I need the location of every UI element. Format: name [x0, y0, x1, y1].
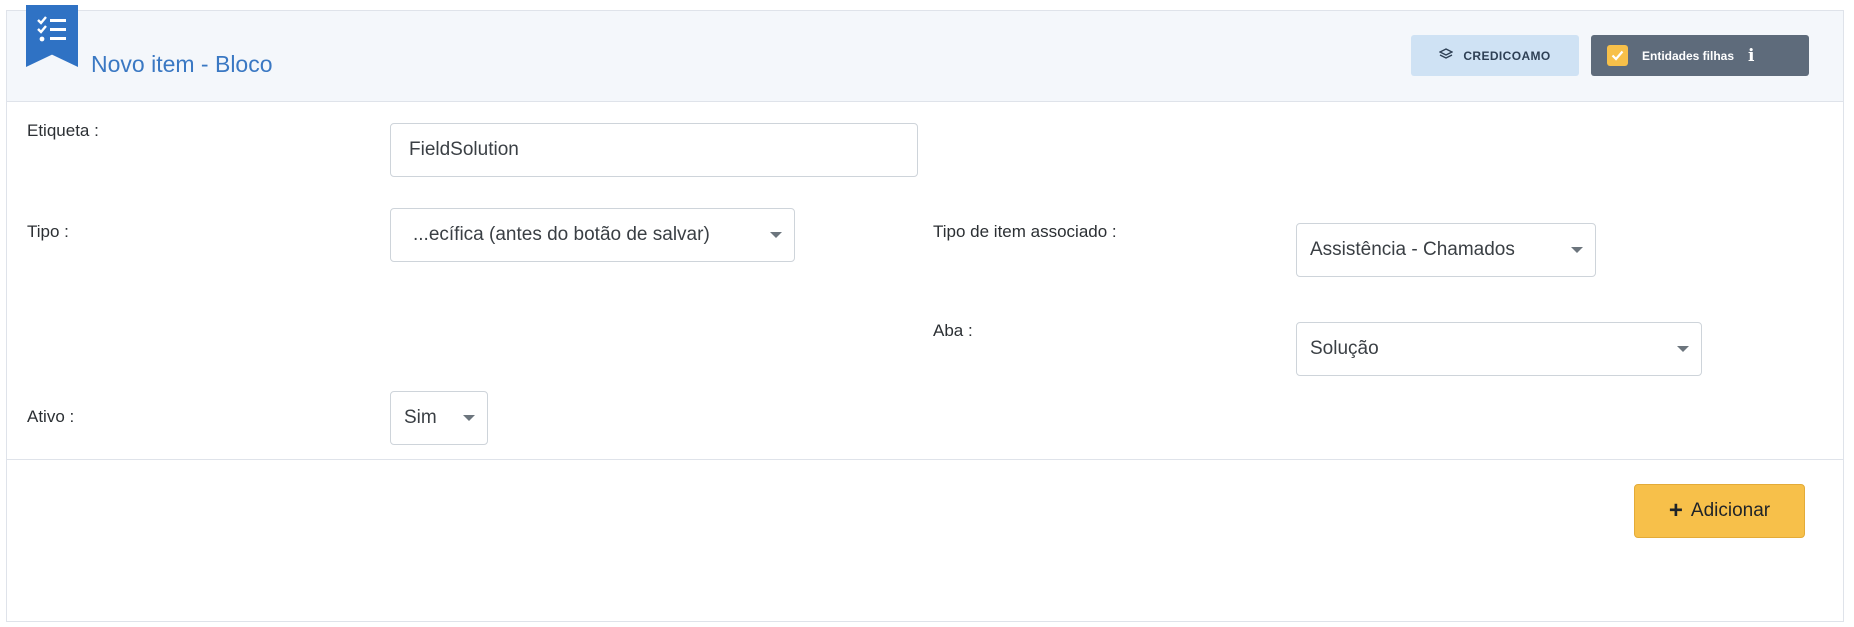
checkbox-checked-icon[interactable] — [1607, 45, 1628, 66]
active-label: Ativo : — [27, 407, 75, 426]
entity-badge-label: CREDICOAMO — [1463, 48, 1551, 63]
type-select[interactable]: ...ecífica (antes do botão de salvar) — [390, 208, 795, 262]
checklist-icon — [26, 5, 78, 67]
page-title: Novo item - Bloco — [91, 51, 273, 77]
tab-select[interactable]: Solução — [1296, 322, 1702, 376]
form-card: Novo item - Bloco CREDICOAMO Entidades f… — [6, 5, 1844, 622]
label-input[interactable] — [390, 123, 918, 177]
add-button-label: Adicionar — [1690, 500, 1771, 521]
chevron-down-icon — [770, 232, 782, 238]
active-select-value: Sim — [404, 407, 437, 428]
add-button[interactable]: + Adicionar — [1634, 484, 1805, 538]
plus-icon: + — [1668, 497, 1683, 524]
chevron-down-icon — [1677, 346, 1689, 352]
associated-item-type-select[interactable]: Assistência - Chamados — [1296, 223, 1596, 277]
entity-badge[interactable]: CREDICOAMO — [1411, 35, 1579, 76]
footer-divider — [7, 459, 1843, 460]
info-icon[interactable]: i — [1748, 46, 1754, 66]
child-entities-label: Entidades filhas — [1642, 48, 1735, 63]
tab-select-value: Solução — [1310, 338, 1379, 359]
chevron-down-icon — [463, 415, 475, 421]
type-select-value: ...ecífica (antes do botão de salvar) — [413, 224, 710, 245]
active-select[interactable]: Sim — [390, 391, 488, 445]
child-entities-toggle[interactable]: Entidades filhas i — [1591, 35, 1809, 76]
tab-label: Aba : — [933, 321, 973, 340]
card-header: Novo item - Bloco CREDICOAMO Entidades f… — [7, 5, 1843, 102]
associated-item-type-label: Tipo de item associado : — [933, 222, 1117, 241]
chevron-down-icon — [1571, 247, 1583, 253]
associated-item-type-value: Assistência - Chamados — [1310, 239, 1515, 260]
label-field-label: Etiqueta : — [27, 121, 99, 140]
type-label: Tipo : — [27, 222, 69, 241]
layers-icon — [1438, 48, 1454, 63]
